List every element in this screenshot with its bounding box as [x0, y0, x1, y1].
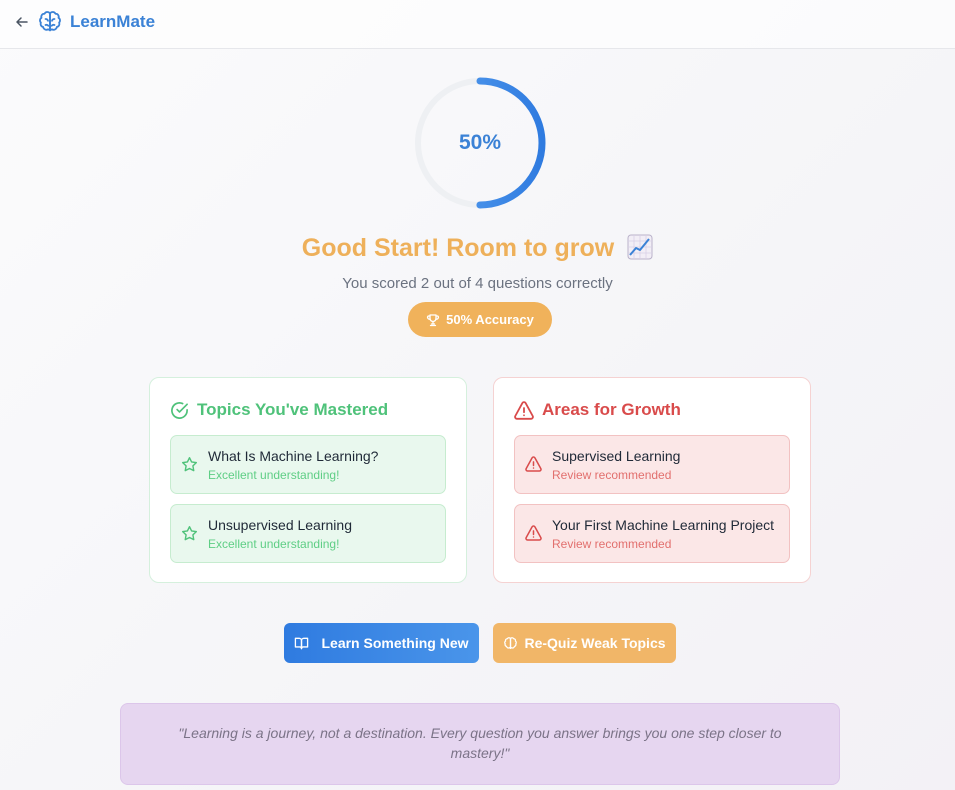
chart-increasing-emoji: [627, 234, 653, 260]
accuracy-label: 50% Accuracy: [446, 312, 534, 327]
topic-name: What Is Machine Learning?: [208, 448, 379, 464]
topic-note: Review recommended: [552, 537, 672, 551]
warning-triangle-icon: [514, 400, 534, 420]
topic-name: Your First Machine Learning Project: [552, 517, 775, 533]
motivational-quote: "Learning is a journey, not a destinatio…: [120, 703, 840, 785]
back-button[interactable]: [12, 12, 32, 32]
topic-name: Unsupervised Learning: [208, 517, 352, 533]
top-bar: LearnMate: [0, 0, 955, 49]
book-open-icon: [295, 637, 309, 650]
accuracy-badge: 50% Accuracy: [408, 302, 552, 337]
growth-item[interactable]: Your First Machine Learning Project Revi…: [514, 504, 790, 563]
topic-name: Supervised Learning: [552, 448, 681, 464]
warning-triangle-icon: [525, 525, 542, 541]
star-icon: [181, 525, 198, 541]
score-ring: 50%: [412, 75, 548, 211]
topic-note: Excellent understanding!: [208, 468, 340, 482]
brain-icon: [504, 636, 518, 649]
growth-title-text: Areas for Growth: [542, 400, 681, 419]
trophy-icon: [427, 313, 440, 326]
mastered-title: Topics You've Mastered: [170, 400, 388, 420]
requiz-weak-topics-button[interactable]: Re-Quiz Weak Topics: [493, 623, 676, 663]
check-circle-icon: [171, 401, 188, 419]
mastered-title-text: Topics You've Mastered: [197, 400, 389, 419]
arrow-left-icon: [16, 17, 28, 27]
score-summary: You scored 2 out of 4 questions correctl…: [342, 275, 613, 292]
score-percent: 50%: [458, 131, 502, 154]
growth-title: Areas for Growth: [514, 400, 681, 420]
star-icon: [181, 456, 198, 472]
topic-note: Excellent understanding!: [208, 537, 340, 551]
result-headline: Good Start! Room to grow: [0, 234, 955, 263]
requiz-button-label: Re-Quiz Weak Topics: [524, 635, 666, 651]
headline-text: Good Start! Room to grow: [301, 234, 615, 262]
topic-note: Review recommended: [552, 468, 672, 482]
learn-button-label: Learn Something New: [321, 635, 469, 651]
mastered-item[interactable]: What Is Machine Learning? Excellent unde…: [170, 435, 446, 494]
mastered-item[interactable]: Unsupervised Learning Excellent understa…: [170, 504, 446, 563]
brain-icon: [39, 11, 61, 32]
brand-name[interactable]: LearnMate: [70, 12, 155, 32]
growth-card: Areas for Growth Supervised Learning Rev…: [493, 377, 811, 583]
growth-item[interactable]: Supervised Learning Review recommended: [514, 435, 790, 494]
mastered-card: Topics You've Mastered What Is Machine L…: [149, 377, 467, 583]
learn-something-new-button[interactable]: Learn Something New: [284, 623, 479, 663]
warning-triangle-icon: [525, 456, 542, 472]
